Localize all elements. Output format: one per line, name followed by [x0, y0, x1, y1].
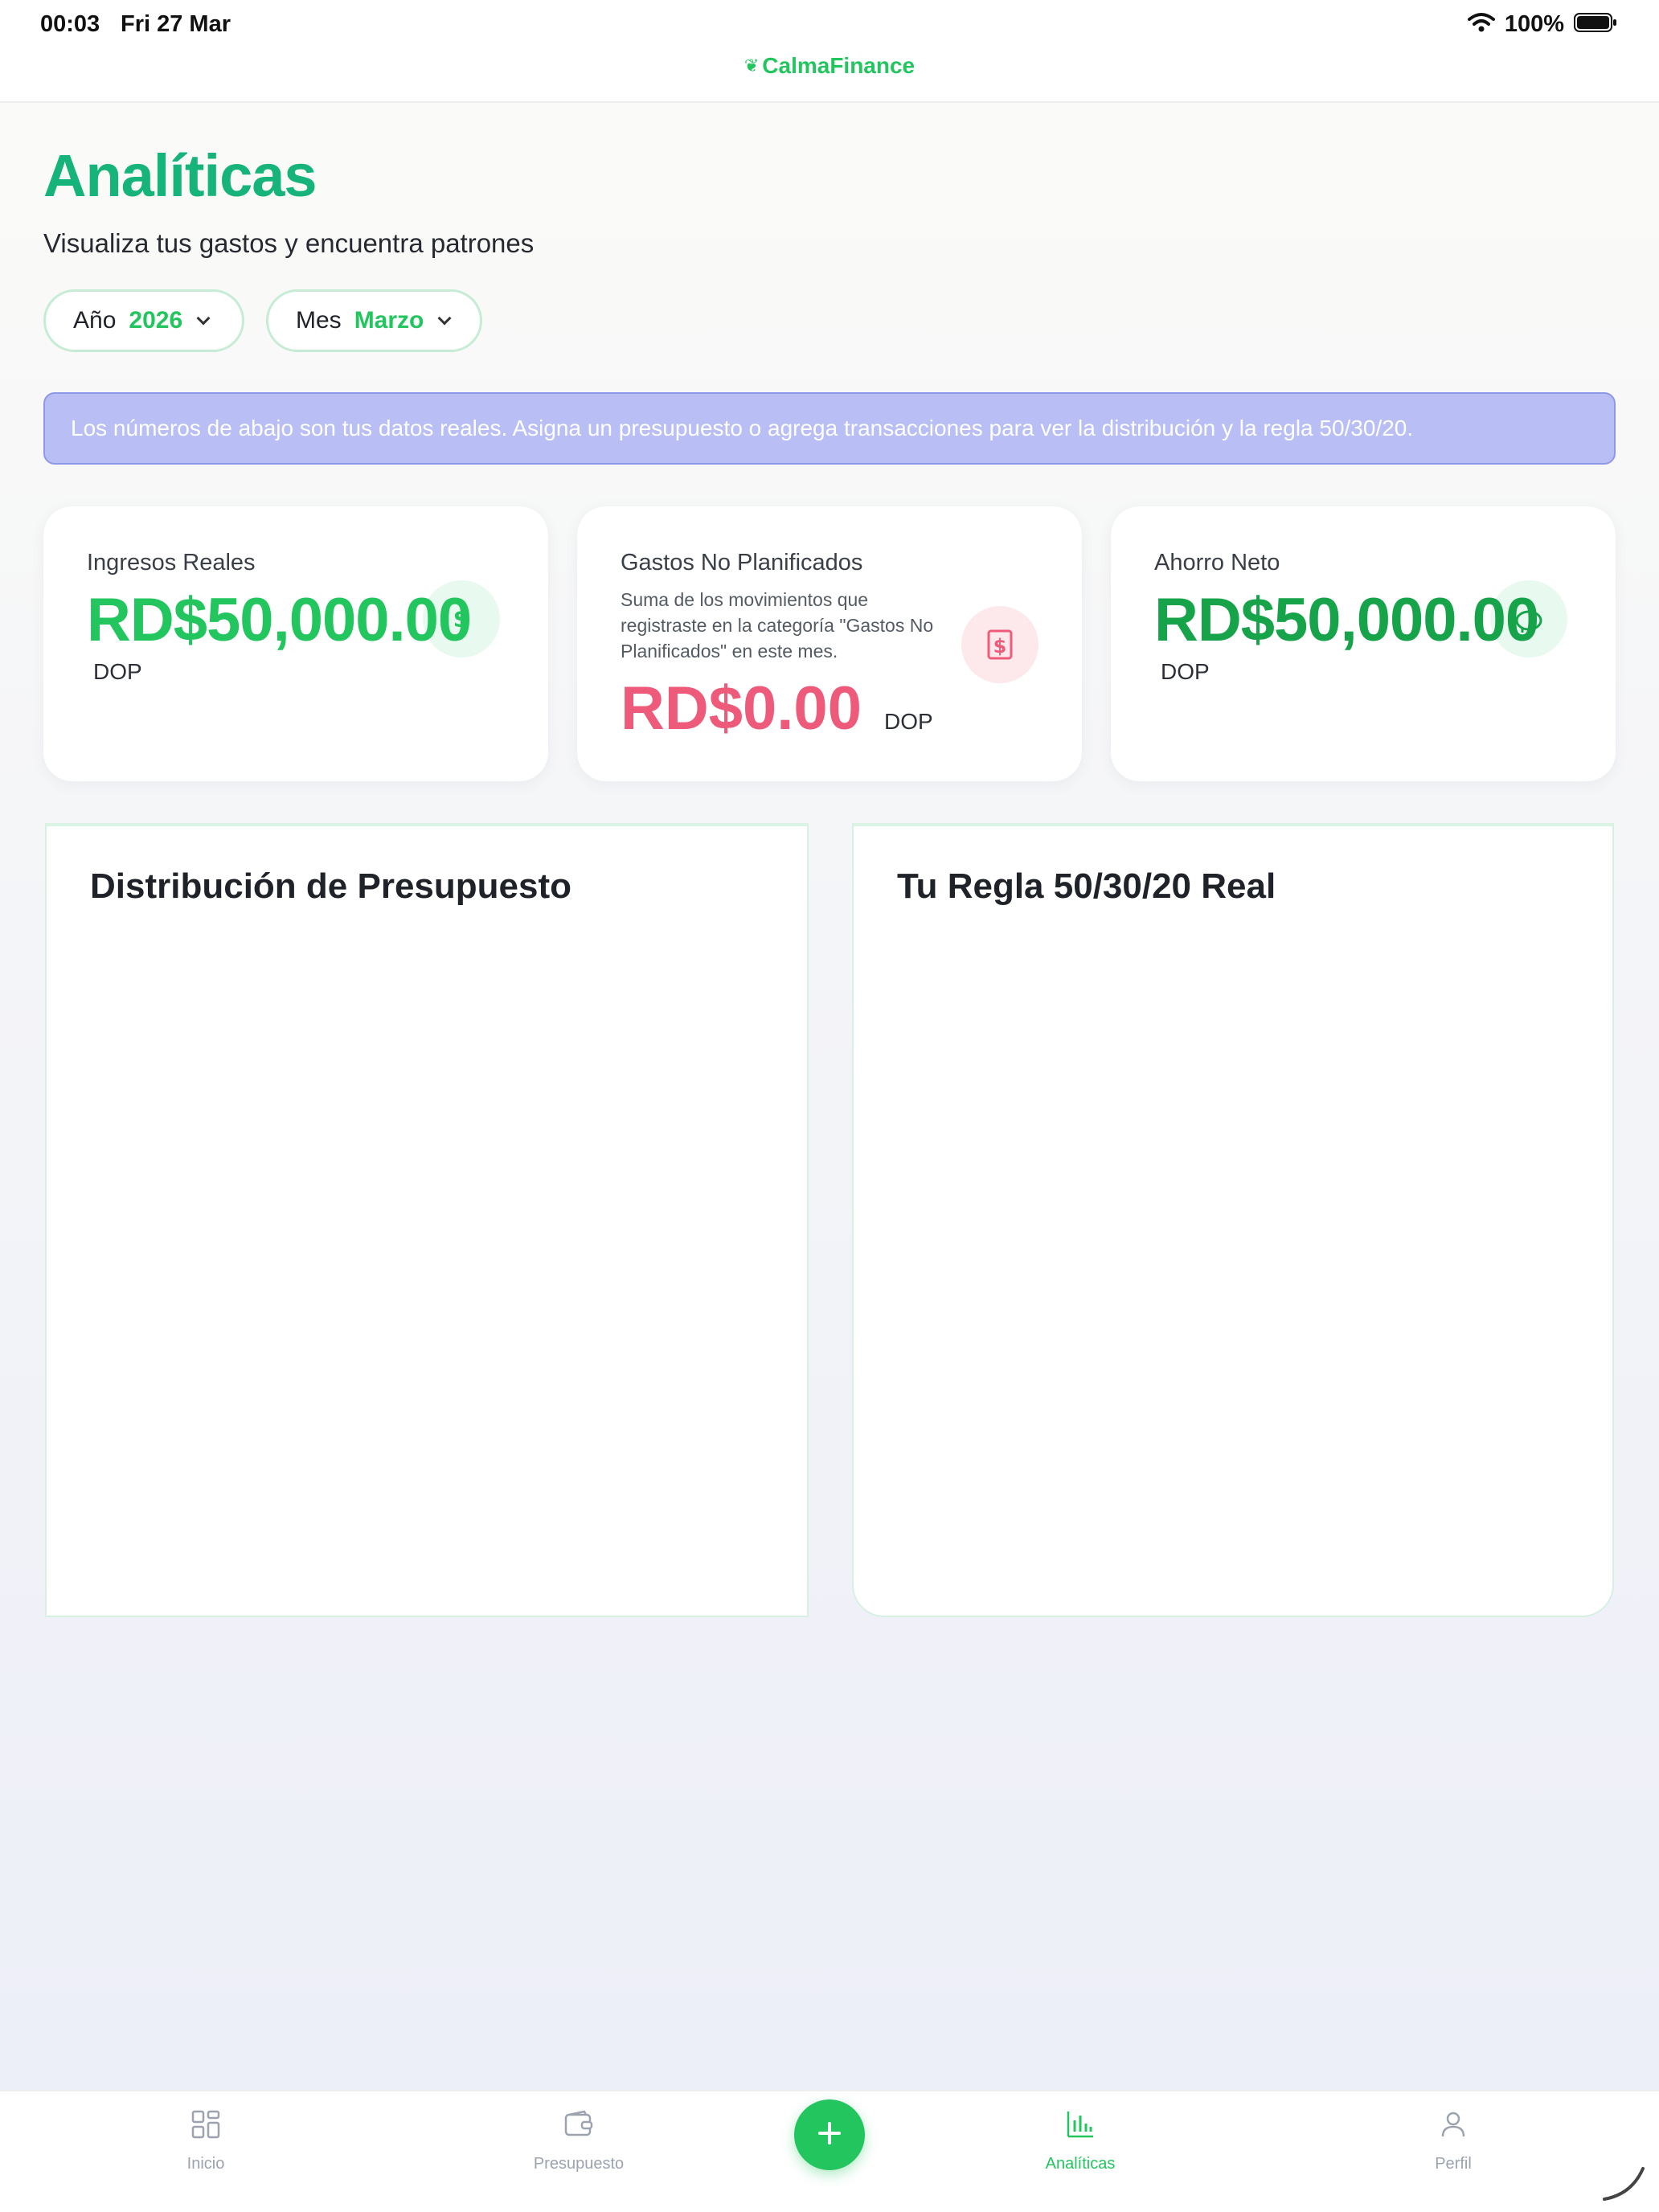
user-icon: [1438, 2109, 1469, 2144]
nav-label-presupuesto: Presupuesto: [533, 2155, 625, 2173]
page-subtitle: Visualiza tus gastos y encuentra patrone…: [43, 228, 535, 258]
receipt-dollar-icon: $: [961, 606, 1038, 683]
resize-handle[interactable]: [1600, 2162, 1648, 2202]
income-currency: DOP: [93, 659, 142, 684]
status-bar: 00:03 Fri 27 Mar 100%: [0, 0, 1659, 53]
unplanned-amount: RD$0.00: [621, 674, 862, 743]
unplanned-label: Gastos No Planificados: [621, 550, 863, 576]
nav-item-perfil[interactable]: Perfil: [1373, 2109, 1534, 2173]
page-title: Analíticas: [43, 142, 317, 209]
rule-50-30-20-panel: Tu Regla 50/30/20 Real: [852, 823, 1614, 1617]
net-savings-card: Ahorro Neto RD$50,000.00 DOP: [1111, 506, 1616, 781]
info-banner-text: Los números de abajo son tus datos reale…: [71, 416, 1414, 440]
plus-icon: [816, 2120, 843, 2151]
brand-name: CalmaFinance: [762, 53, 916, 78]
chevron-down-icon: [196, 311, 211, 326]
month-filter-value: Marzo: [354, 307, 424, 334]
unplanned-description: Suma de los movimientos que registraste …: [621, 589, 934, 662]
budget-distribution-panel: Distribución de Presupuesto: [45, 823, 809, 1617]
year-filter[interactable]: Año 2026: [43, 289, 244, 352]
wifi-icon: [1467, 12, 1495, 37]
rule-50-30-20-title: Tu Regla 50/30/20 Real: [897, 866, 1276, 906]
savings-currency: DOP: [1161, 659, 1210, 684]
battery-percent: 100%: [1504, 11, 1564, 37]
income-label: Ingresos Reales: [87, 550, 256, 576]
nav-item-analiticas[interactable]: Analíticas: [1000, 2109, 1161, 2173]
income-card: Ingresos Reales $ RD$50,000.00 DOP: [43, 506, 548, 781]
month-filter-label: Mes: [296, 307, 342, 334]
grid-icon: [190, 2109, 221, 2144]
bar-chart-icon: [1065, 2109, 1096, 2144]
unplanned-expenses-card: Gastos No Planificados Suma de los movim…: [577, 506, 1082, 781]
budget-distribution-title: Distribución de Presupuesto: [90, 866, 571, 906]
status-date: Fri 27 Mar: [121, 11, 231, 37]
unplanned-currency: DOP: [884, 709, 933, 734]
year-filter-value: 2026: [129, 307, 183, 334]
wallet-icon: [563, 2109, 594, 2144]
month-filter[interactable]: Mes Marzo: [266, 289, 482, 352]
brand-logo[interactable]: ❦ CalmaFinance: [0, 53, 1659, 79]
svg-text:$: $: [993, 635, 1007, 657]
savings-amount: RD$50,000.00: [1154, 586, 1539, 654]
status-indicators: 100%: [1467, 11, 1617, 38]
nav-item-inicio[interactable]: Inicio: [125, 2109, 286, 2173]
nav-item-presupuesto[interactable]: Presupuesto: [498, 2109, 659, 2173]
nav-label-analiticas: Analíticas: [1045, 2155, 1116, 2173]
battery-icon: [1574, 12, 1617, 37]
app-header: ❦ CalmaFinance: [0, 48, 1659, 103]
status-time: 00:03: [40, 11, 100, 37]
chevron-down-icon: [437, 311, 452, 326]
year-filter-label: Año: [73, 307, 117, 334]
income-amount: RD$50,000.00: [87, 586, 472, 654]
savings-label: Ahorro Neto: [1154, 550, 1280, 576]
nav-label-inicio: Inicio: [186, 2155, 225, 2173]
nav-label-perfil: Perfil: [1435, 2155, 1472, 2173]
add-transaction-button[interactable]: [794, 2099, 865, 2170]
leaf-icon: ❦: [743, 55, 760, 76]
info-banner: Los números de abajo son tus datos reale…: [43, 392, 1616, 465]
